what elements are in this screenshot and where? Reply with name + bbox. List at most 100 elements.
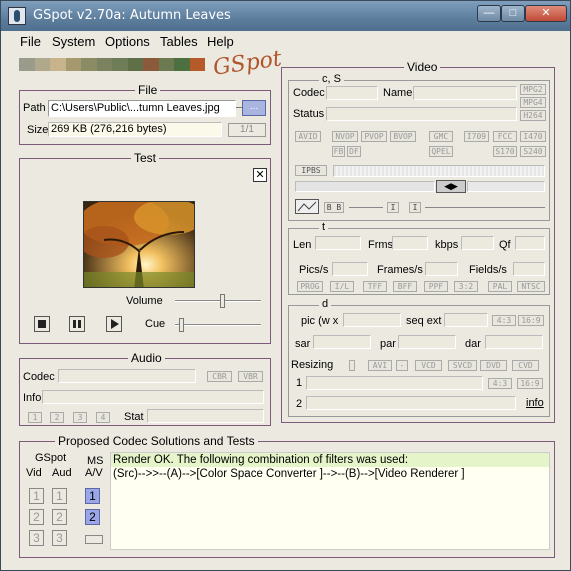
frame-strip-left [295, 181, 435, 192]
title-bar[interactable]: GSpot v2.70a: Autumn Leaves — □ ✕ [1, 1, 570, 31]
bb-indicator: B B [324, 202, 344, 213]
ms-solution-empty [85, 535, 103, 544]
info-link[interactable]: info [526, 397, 544, 409]
menu-options[interactable]: Options [105, 34, 150, 49]
volume-track [175, 300, 261, 302]
minimize-button[interactable]: — [477, 5, 501, 22]
video-name-field [413, 86, 517, 100]
fields-label: Fields/s [469, 264, 507, 276]
aud-solution-1[interactable]: 1 [52, 488, 67, 504]
qf-field [515, 236, 545, 250]
frames-label: Frames/s [377, 264, 423, 276]
stop-button[interactable] [34, 316, 50, 332]
status-field [326, 107, 517, 121]
seq-ext-field [444, 313, 488, 327]
status-label: Status [293, 108, 325, 120]
sar-field [313, 335, 371, 349]
proposed-group-title: Proposed Codec Solutions and Tests [55, 434, 258, 448]
cvd-indicator: CVD [512, 360, 539, 371]
render-line-2: (Src)-->>--(A)-->[Color Space Converter … [113, 468, 465, 480]
i470-indicator: I470 [520, 131, 546, 142]
close-button[interactable]: ✕ [525, 5, 567, 22]
test-group: Test ✕ Volume Cue [19, 151, 271, 344]
stat-label: Stat [124, 411, 144, 423]
maximize-button[interactable]: □ [501, 5, 525, 22]
ipbs-indicator: IPBS [295, 165, 327, 176]
mpg4-indicator: MPG4 [520, 97, 546, 108]
test-group-title: Test [131, 151, 160, 165]
menu-tables[interactable]: Tables [160, 34, 198, 49]
color-swatch [65, 58, 81, 71]
frame-type-bar [333, 165, 545, 177]
resize-1-field [306, 376, 483, 390]
close-icon: ✕ [541, 7, 551, 19]
chart-icon[interactable] [295, 199, 319, 214]
render-line-1: Render OK. The following combination of … [111, 453, 549, 467]
ppf-indicator: PPF [424, 281, 448, 292]
color-swatch [174, 58, 190, 71]
menu-help[interactable]: Help [207, 34, 234, 49]
aud-solution-3[interactable]: 3 [52, 530, 67, 546]
resize-43-indicator: 4:3 [488, 378, 512, 389]
stat-field [147, 409, 264, 423]
transfer-icon: ◀▶ [436, 180, 466, 193]
h264-indicator: H264 [520, 110, 546, 121]
len-field [315, 236, 361, 250]
resizing-label: Resizing [291, 359, 334, 371]
color-swatch [112, 58, 128, 71]
video-preview [83, 201, 195, 288]
ms-solution-2[interactable]: 2 [85, 509, 100, 525]
ms-solution-1[interactable]: 1 [85, 488, 100, 504]
browse-button[interactable]: ... [242, 100, 266, 116]
s170-indicator: S170 [493, 146, 517, 157]
vbr-indicator: VBR [238, 371, 263, 382]
dar-field [485, 335, 543, 349]
cue-track [175, 324, 261, 326]
cue-slider-thumb[interactable] [179, 318, 184, 332]
color-swatch [19, 58, 35, 71]
timing-subgroup: t Len Frms kbps Qf Pics/s Frames/s Field… [288, 221, 550, 295]
s240-indicator: S240 [520, 146, 546, 157]
vid-solution-1[interactable]: 1 [29, 488, 44, 504]
volume-slider-thumb[interactable] [220, 294, 225, 308]
t-label: t [319, 221, 329, 233]
aud-solution-2[interactable]: 2 [52, 509, 67, 525]
channel-2: 2 [50, 412, 64, 423]
name-label: Name [383, 87, 413, 99]
par-label: par [380, 338, 396, 350]
app-icon[interactable] [8, 7, 26, 25]
resize-2-label: 2 [296, 398, 303, 410]
audio-codec-label: Codec [23, 371, 55, 383]
svcd-indicator: SVCD [448, 360, 477, 371]
play-button[interactable] [106, 316, 122, 332]
tff-indicator: TFF [363, 281, 387, 292]
audio-group-title: Audio [128, 351, 165, 365]
dimension-subgroup: d pic (w x seq ext 4:3 16:9 sar par dar … [288, 298, 550, 417]
menu-system[interactable]: System [52, 34, 95, 49]
close-icon: ✕ [255, 169, 265, 181]
chart-icon-graphic [297, 201, 317, 212]
fields-field [513, 262, 545, 276]
menu-bar: File System Options Tables Help [2, 31, 569, 52]
vid-solution-2[interactable]: 2 [29, 509, 44, 525]
df-indicator: DF [347, 146, 361, 157]
qf-label: Qf [499, 239, 511, 251]
pause-button[interactable] [69, 316, 85, 332]
path-field[interactable]: C:\Users\Public\...tumn Leaves.jpg [48, 100, 236, 117]
vid-solution-3[interactable]: 3 [29, 530, 44, 546]
size-label: Size [27, 124, 49, 136]
aspect-43-indicator: 4:3 [492, 315, 516, 326]
bvop-indicator: BVOP [390, 131, 416, 142]
autumn-leaves-thumbnail [84, 202, 194, 287]
channel-1: 1 [28, 412, 42, 423]
gspot-label: GSpot [35, 452, 67, 464]
channel-4: 4 [96, 412, 110, 423]
vcd-indicator: VCD [415, 360, 442, 371]
menu-file[interactable]: File [20, 34, 41, 49]
fb-indicator: FB [332, 146, 345, 157]
video-codec-field [326, 86, 378, 100]
color-swatch-strip [19, 58, 205, 71]
pulldown-indicator: 3:2 [454, 281, 478, 292]
close-preview-button[interactable]: ✕ [253, 168, 267, 182]
pics-field [332, 262, 368, 276]
